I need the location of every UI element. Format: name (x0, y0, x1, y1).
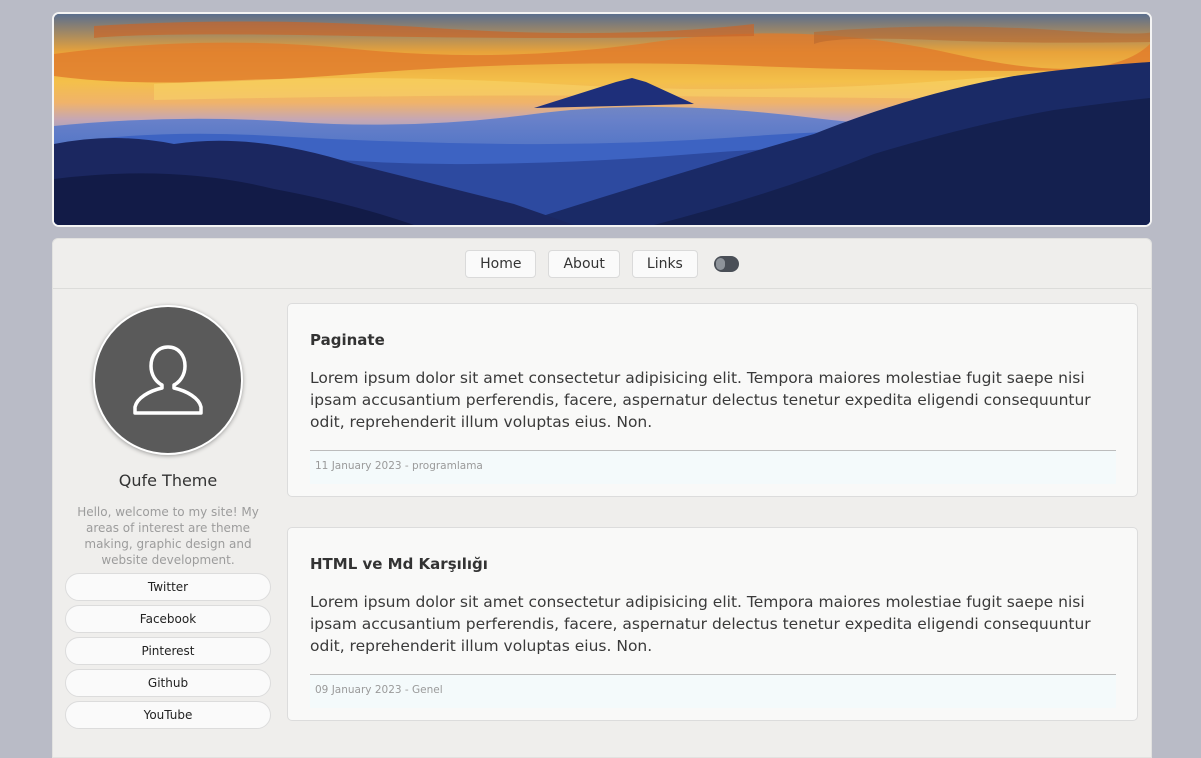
post-meta: 09 January 2023 - Genel (310, 674, 1116, 708)
theme-toggle-icon[interactable] (713, 255, 739, 272)
pinterest-link-button[interactable]: Pinterest (65, 637, 271, 665)
top-navigation: Home About Links (53, 239, 1151, 289)
site-description: Hello, welcome to my site! My areas of i… (77, 505, 259, 567)
site-name: Qufe Theme (118, 471, 218, 490)
nav-links-button[interactable]: Links (631, 249, 698, 278)
github-link-button[interactable]: Github (65, 669, 271, 697)
post-excerpt: Lorem ipsum dolor sit amet consectetur a… (310, 369, 1091, 431)
post-card: Paginate Lorem ipsum dolor sit amet cons… (287, 303, 1138, 497)
nav-about-button[interactable]: About (548, 249, 620, 278)
user-icon (133, 345, 203, 415)
header-banner-image (52, 12, 1152, 227)
post-title-link[interactable]: Paginate (310, 331, 385, 349)
social-links: Twitter Facebook Pinterest Github YouTub… (65, 573, 271, 729)
facebook-link-button[interactable]: Facebook (65, 605, 271, 633)
post-card: HTML ve Md Karşılığı Lorem ipsum dolor s… (287, 527, 1138, 721)
post-excerpt: Lorem ipsum dolor sit amet consectetur a… (310, 593, 1091, 655)
sidebar: Qufe Theme Hello, welcome to my site! My… (65, 305, 271, 733)
post-title-link[interactable]: HTML ve Md Karşılığı (310, 555, 488, 573)
twitter-link-button[interactable]: Twitter (65, 573, 271, 601)
nav-home-button[interactable]: Home (465, 249, 537, 278)
post-meta: 11 January 2023 - programlama (310, 450, 1116, 484)
youtube-link-button[interactable]: YouTube (65, 701, 271, 729)
content-panel: Home About Links Qufe Theme Hello, welco… (52, 238, 1152, 758)
avatar (93, 305, 243, 455)
